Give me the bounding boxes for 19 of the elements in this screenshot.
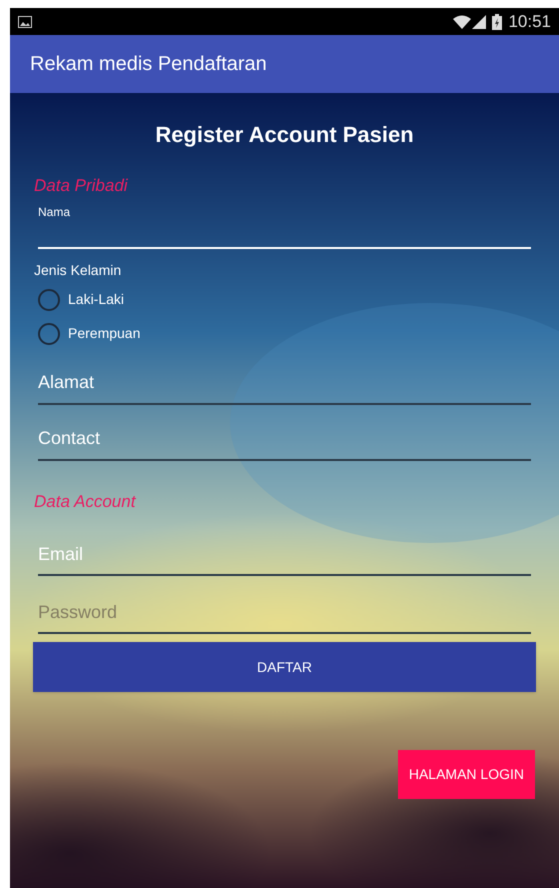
field-label: Jenis Kelamin [34,260,122,280]
input-field[interactable]: Alamat [38,362,531,404]
input-field[interactable]: Email [38,534,531,576]
field-label: Nama [38,204,70,220]
image-icon [18,16,32,28]
app-title: Rekam medis Pendaftaran [30,52,267,77]
signal-icon [472,14,486,28]
radio-option[interactable]: Laki-Laki [38,284,124,314]
login-page-button[interactable]: HALAMAN LOGIN [398,750,535,799]
clock-time: 10:51 [508,10,551,33]
password-field[interactable]: Password [38,592,531,634]
radio-option[interactable]: Perempuan [38,318,140,348]
section-title: Data Pribadi [34,175,128,197]
section-title: Data Account [34,490,136,512]
register-button[interactable]: DAFTAR [33,642,536,692]
input-field[interactable]: Contact [38,418,531,460]
battery-icon [492,14,502,30]
form-heading: Register Account Pasien [155,121,414,149]
wifi-icon [453,14,472,28]
